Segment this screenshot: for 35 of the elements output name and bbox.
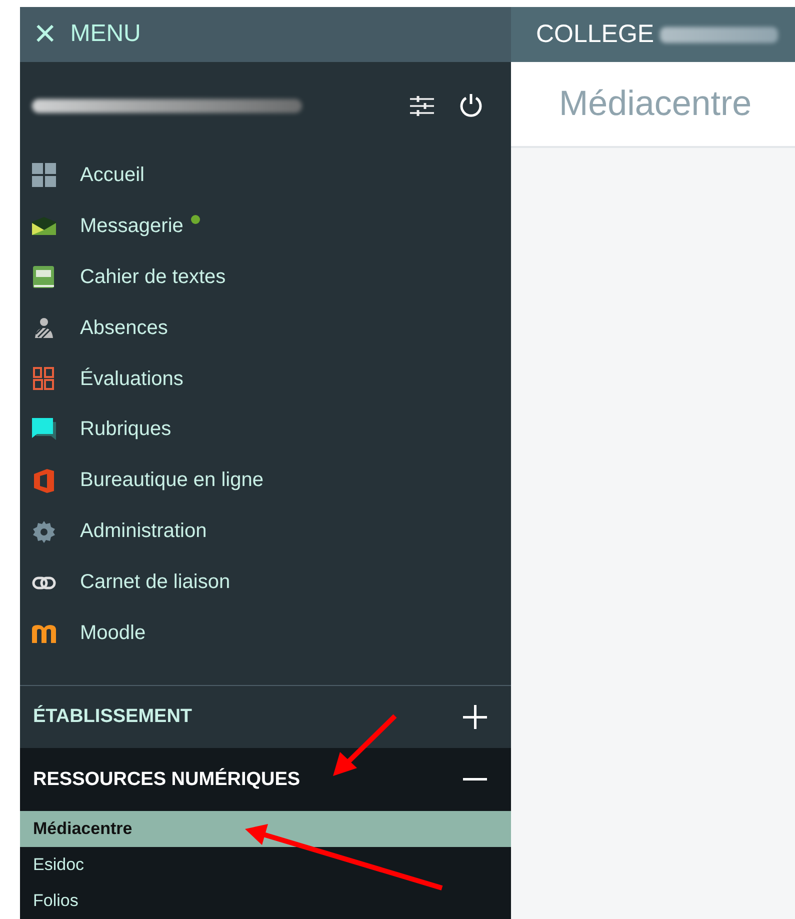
submenu-item[interactable]: Folios (20, 883, 511, 919)
nav-item[interactable]: Rubriques (80, 418, 172, 442)
moodle-logo-icon (32, 624, 56, 643)
envelope-icon (32, 217, 56, 236)
office-icon (34, 468, 54, 493)
nav-item[interactable]: Accueil (80, 164, 144, 187)
nav-item[interactable]: Messagerie (80, 214, 184, 238)
book-icon (33, 266, 55, 288)
nav-item[interactable]: Cahier de textes (80, 266, 226, 289)
person-icon (33, 317, 55, 340)
nav-item[interactable]: Administration (80, 520, 207, 544)
minus-icon[interactable] (463, 778, 487, 782)
section-title: RESSOURCES NUMÉRIQUES (33, 768, 302, 791)
section-title: ÉTABLISSEMENT (33, 706, 194, 728)
grid-icon (32, 163, 56, 188)
nav-item[interactable]: Bureautique en ligne (80, 469, 264, 492)
nav-item[interactable]: Absences (80, 316, 168, 340)
submenu-item[interactable]: Esidoc (20, 847, 511, 884)
score-icon (33, 367, 55, 392)
chat-icon (32, 418, 56, 442)
nav-item[interactable]: Moodle (80, 622, 146, 646)
power-icon[interactable] (459, 93, 483, 118)
gear-icon (32, 520, 56, 544)
nav-item[interactable]: Évaluations (80, 368, 184, 391)
plus-icon[interactable] (463, 705, 487, 730)
settings-sliders-icon[interactable] (410, 96, 434, 116)
menu-label: MENU (70, 20, 141, 48)
nav-item[interactable]: Carnet de liaison (80, 571, 230, 594)
submenu-item[interactable]: Médiacentre (20, 811, 511, 848)
section-header[interactable]: RESSOURCES NUMÉRIQUES (20, 748, 511, 812)
link-icon (32, 574, 56, 591)
close-button[interactable]: × (34, 17, 56, 52)
page-title: Médiacentre (559, 84, 752, 124)
school-name: COLLEGE (536, 20, 654, 49)
annotation-arrow (333, 714, 397, 776)
